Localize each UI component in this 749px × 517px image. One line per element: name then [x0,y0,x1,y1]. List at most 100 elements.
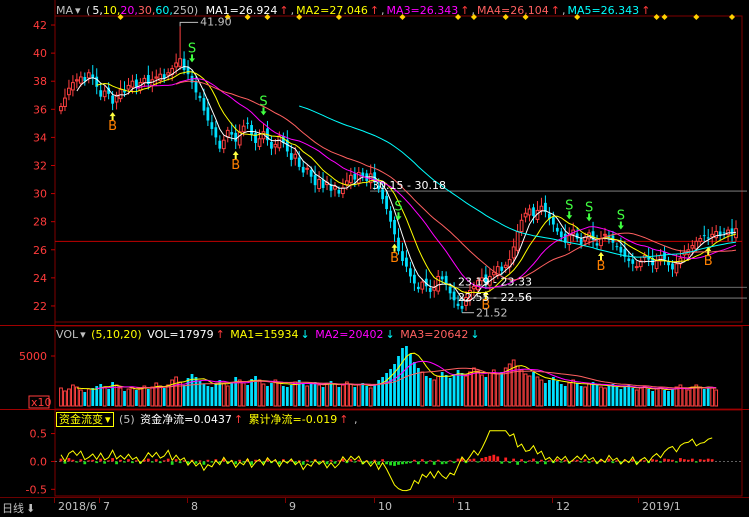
volume-bar [356,384,361,407]
flow-bar [357,459,361,462]
volume-bar [246,385,249,406]
volume-bar [202,384,206,406]
candle-body [436,275,441,292]
fund-indicator-dropdown[interactable]: 资金流变 ▾ [56,412,114,427]
volume-bar [491,369,496,407]
date-tick [453,498,454,503]
gap-label: 23.19 - 23.33 [458,275,532,288]
flow-bar [107,460,111,462]
volume-bar [368,387,373,407]
period-selector[interactable]: 日线 ⬇ [2,500,35,516]
flow-bar [671,459,674,462]
candle-body [74,79,79,82]
flow-bar [651,459,655,462]
signal-diamond-icon [117,14,124,20]
volume-bar [424,376,428,406]
price-ytick-label: 36 [33,103,47,116]
candle-body [515,231,520,251]
volume-bar [385,373,388,406]
candle-body [559,231,563,238]
volume-bar [333,383,337,407]
volume-bar [686,389,691,407]
volume-bar [539,379,544,407]
date-label: 12 [556,500,570,513]
vol-ma3: MA3=20642 [400,328,469,341]
volume-bar [83,392,87,406]
candle-body [59,105,63,112]
flow-bar [238,459,242,462]
candle-body [182,58,186,70]
flow-bar [484,456,488,462]
buy-signal-label: B [704,254,713,269]
candle-body [241,125,246,133]
candle-body [448,286,452,294]
candle-body [599,238,603,247]
signal-diamond-icon [264,14,271,20]
candle-body [734,228,738,239]
flow-bar [615,460,619,462]
price-chart[interactable]: 2224262830323436384042BSBSSBBS SBSB41.902… [0,0,749,326]
flow-ytick-label: 0.0 [30,455,48,468]
candle-body [698,238,703,242]
candle-body [401,251,404,262]
flow-bar [448,460,452,462]
flow-bar [548,460,551,462]
flow-bar [397,461,400,465]
flow-bar [329,459,333,462]
volume-bar [464,375,468,407]
price-panel: MA ▾ (5,10,20,30,60,250) MA1=26.924 ↑, MA2=… [0,0,749,326]
price-ytick-label: 30 [33,188,47,201]
flow-bar [667,459,670,462]
volume-bar [615,387,619,406]
volume-bar [348,383,353,407]
volume-bar [519,369,524,407]
flow-bar [492,454,496,462]
date-label: 9 [289,500,296,513]
volume-bar [341,384,345,407]
volume-bar [107,389,111,406]
volume-panel: 5000 x10 VOL ▾ (5,10,20) VOL=17979 ↑ MA1=15… [0,326,749,410]
volume-bar [409,354,412,406]
fund-cum: 累计净流=-0.019 [248,413,338,426]
volume-bar [690,386,695,407]
flow-bar [154,459,158,462]
candle-body [710,233,715,238]
volume-bar [126,388,131,407]
volume-bar [555,381,559,406]
flow-bar [59,458,63,462]
volume-bar [468,371,472,407]
flow-bar [544,461,547,465]
date-label: 7 [103,500,110,513]
candle-body [234,132,238,142]
flow-bar [690,458,694,462]
volume-bar [182,385,186,406]
high-leader-line [179,21,199,27]
flow-bar [440,461,444,465]
candle-body [631,259,635,264]
candle-body [135,79,138,87]
period-down-arrow-icon: ⬇ [26,502,36,515]
volume-bar [393,364,396,406]
flow-bar [444,461,448,464]
flow-ytick-label: -0.5 [26,483,47,496]
flow-bar [710,459,714,462]
volume-bar [527,375,532,407]
volume-bar [317,384,321,407]
volume-bar [619,389,623,406]
volume-bar [353,387,357,406]
candle-body [503,264,508,268]
flow-bar [476,461,480,463]
gap-label: 30.15 - 30.18 [372,179,446,192]
volume-bar [221,382,226,407]
flow-bar [686,459,690,462]
candle-body [722,232,726,234]
volume-bar [150,386,155,407]
flow-bar [150,461,154,463]
flow-bar [206,459,210,462]
candle-body [706,237,710,239]
fundflow-panel: 0.5 0.0 -0.5 资金流变 ▾ (5) 资金净流=0.0437 ↑ 累计净流=-… [0,410,749,497]
vol-indicator-dropdown[interactable]: VOL ▾ [56,328,86,341]
flow-bar [575,459,579,462]
vol-up-arrow-icon: ↑ [215,328,225,341]
flow-bar [170,461,174,465]
